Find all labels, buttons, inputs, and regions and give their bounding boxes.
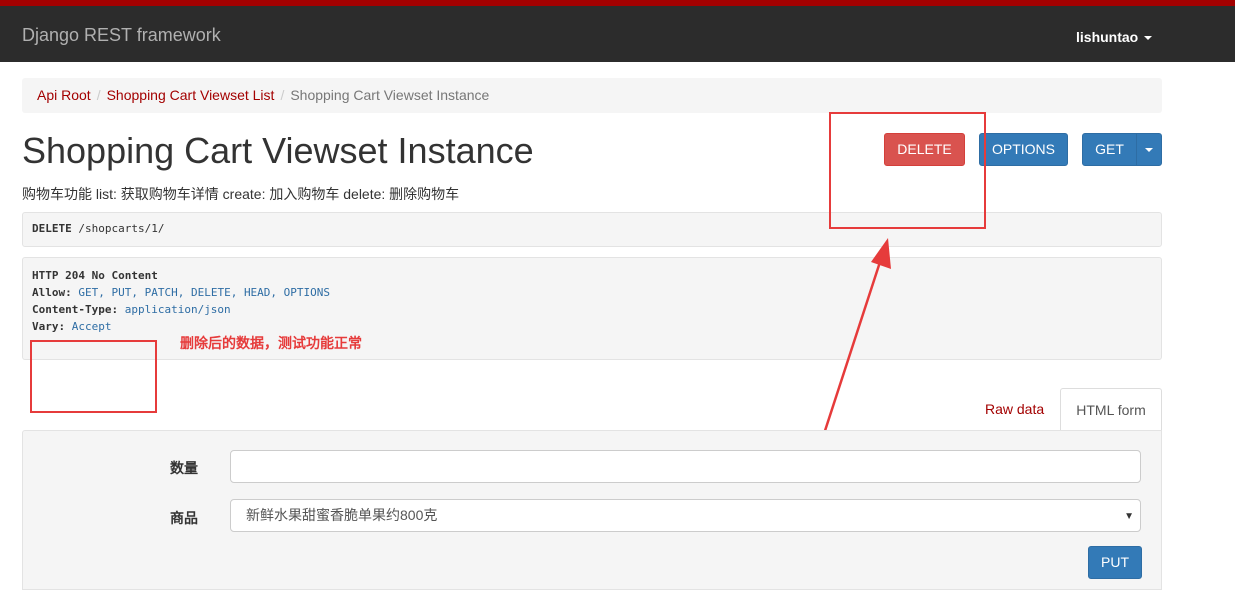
quantity-input[interactable] bbox=[230, 450, 1141, 483]
put-button[interactable]: PUT bbox=[1088, 546, 1142, 579]
chevron-down-icon: ▼ bbox=[1124, 511, 1134, 522]
tab-raw-data[interactable]: Raw data bbox=[985, 401, 1044, 417]
goods-select[interactable]: 新鲜水果甜蜜香脆单果约800克 ▼ bbox=[230, 499, 1141, 532]
goods-label: 商品 bbox=[170, 510, 198, 526]
goods-selected-value: 新鲜水果甜蜜香脆单果约800克 bbox=[246, 507, 438, 523]
quantity-label: 数量 bbox=[170, 460, 198, 476]
tab-html-form[interactable]: HTML form bbox=[1060, 388, 1162, 431]
